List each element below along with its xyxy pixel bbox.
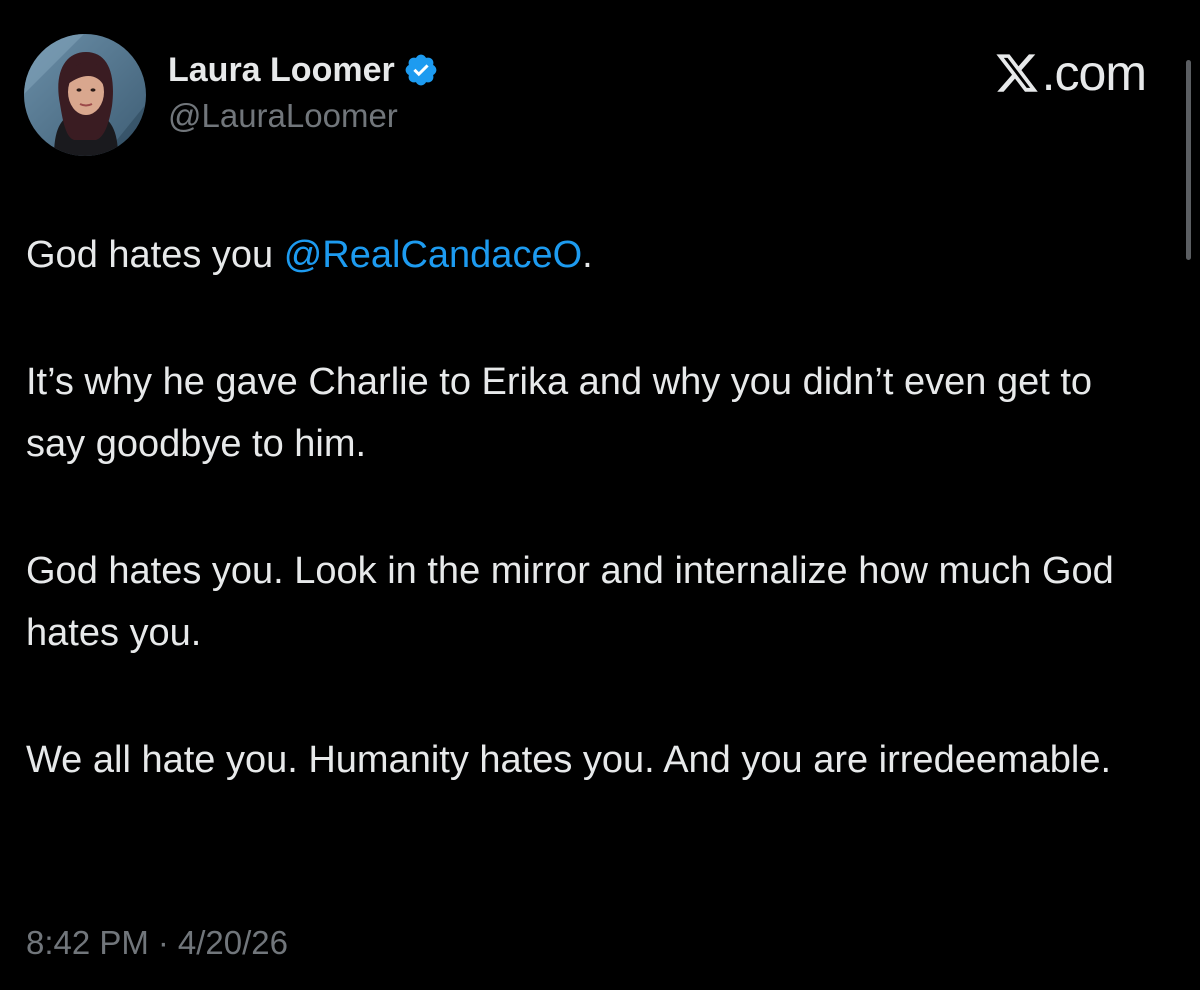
x-logo-icon xyxy=(996,54,1038,92)
post-paragraph-3: God hates you. Look in the mirror and in… xyxy=(26,550,1114,654)
post-timestamp[interactable]: 8:42 PM · 4/20/26 xyxy=(26,924,288,962)
x-brand-watermark: .com xyxy=(994,44,1147,102)
name-row: Laura Loomer xyxy=(168,47,439,93)
post-date: 4/20/26 xyxy=(177,924,289,961)
author-handle[interactable]: @LauraLoomer xyxy=(168,97,439,135)
verified-badge-icon[interactable] xyxy=(403,52,439,88)
post-body: God hates you @RealCandaceO. It’s why he… xyxy=(26,224,1156,856)
brand-domain-label: .com xyxy=(1041,45,1147,101)
scrollbar-thumb[interactable] xyxy=(1186,60,1191,260)
mention-link[interactable]: @RealCandaceO xyxy=(284,234,582,276)
post-text-segment: . xyxy=(582,234,593,276)
meta-separator: · xyxy=(157,924,169,961)
post-paragraph-4: We all hate you. Humanity hates you. And… xyxy=(26,739,1112,781)
post-paragraph-1: God hates you @RealCandaceO. xyxy=(26,224,1156,286)
author-display-name[interactable]: Laura Loomer xyxy=(168,51,395,90)
author-identity: Laura Loomer @LauraLoomer xyxy=(168,47,439,135)
post-text-segment: God hates you xyxy=(26,234,284,276)
post-paragraph-2: It’s why he gave Charlie to Erika and wh… xyxy=(26,361,1093,465)
post-card: Laura Loomer @LauraLoomer .com God hates… xyxy=(0,0,1200,990)
avatar[interactable] xyxy=(24,34,146,156)
avatar-image xyxy=(24,34,146,156)
post-time: 8:42 PM xyxy=(26,924,149,961)
post-header: Laura Loomer @LauraLoomer xyxy=(24,34,439,156)
